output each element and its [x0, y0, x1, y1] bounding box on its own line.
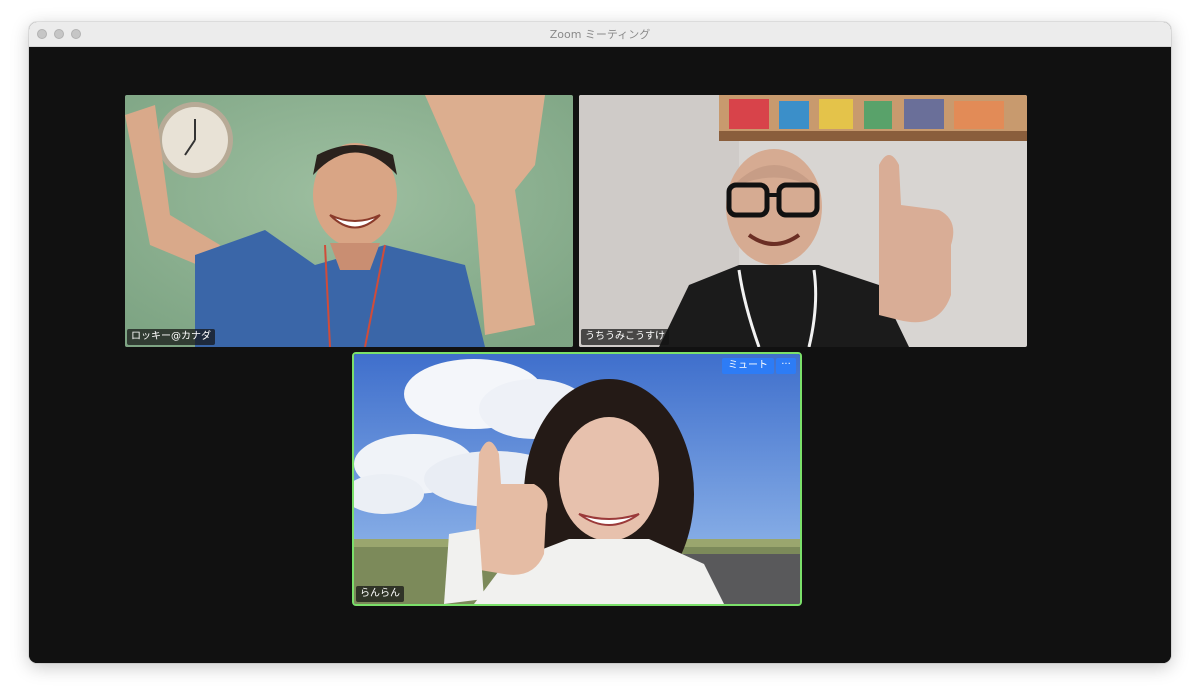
- participant-2-video: [579, 95, 1027, 347]
- video-tile-participant-1[interactable]: ロッキー@カナダ: [125, 95, 573, 347]
- more-options-button[interactable]: ···: [776, 358, 796, 374]
- participant-1-video: [125, 95, 573, 347]
- video-tile-active-speaker[interactable]: ミュート ··· らんらん: [352, 352, 802, 606]
- participant-name-label: うちうみこうすけ: [581, 329, 669, 345]
- zoom-window: Zoom ミーティング ロッキー@カナダ うちうみこうすけ ミュート ··· ら…: [29, 22, 1171, 663]
- title-bar[interactable]: Zoom ミーティング: [29, 22, 1171, 47]
- video-tile-participant-2[interactable]: うちうみこうすけ: [579, 95, 1027, 347]
- window-title: Zoom ミーティング: [549, 28, 651, 41]
- participant-name-label: らんらん: [356, 586, 404, 602]
- gallery-view: ロッキー@カナダ うちうみこうすけ ミュート ··· らんらん: [29, 47, 1171, 663]
- participant-name-label: ロッキー@カナダ: [127, 329, 215, 345]
- ellipsis-icon: ···: [781, 359, 791, 370]
- participant-3-video: [354, 354, 800, 604]
- mute-participant-button[interactable]: ミュート: [722, 358, 774, 374]
